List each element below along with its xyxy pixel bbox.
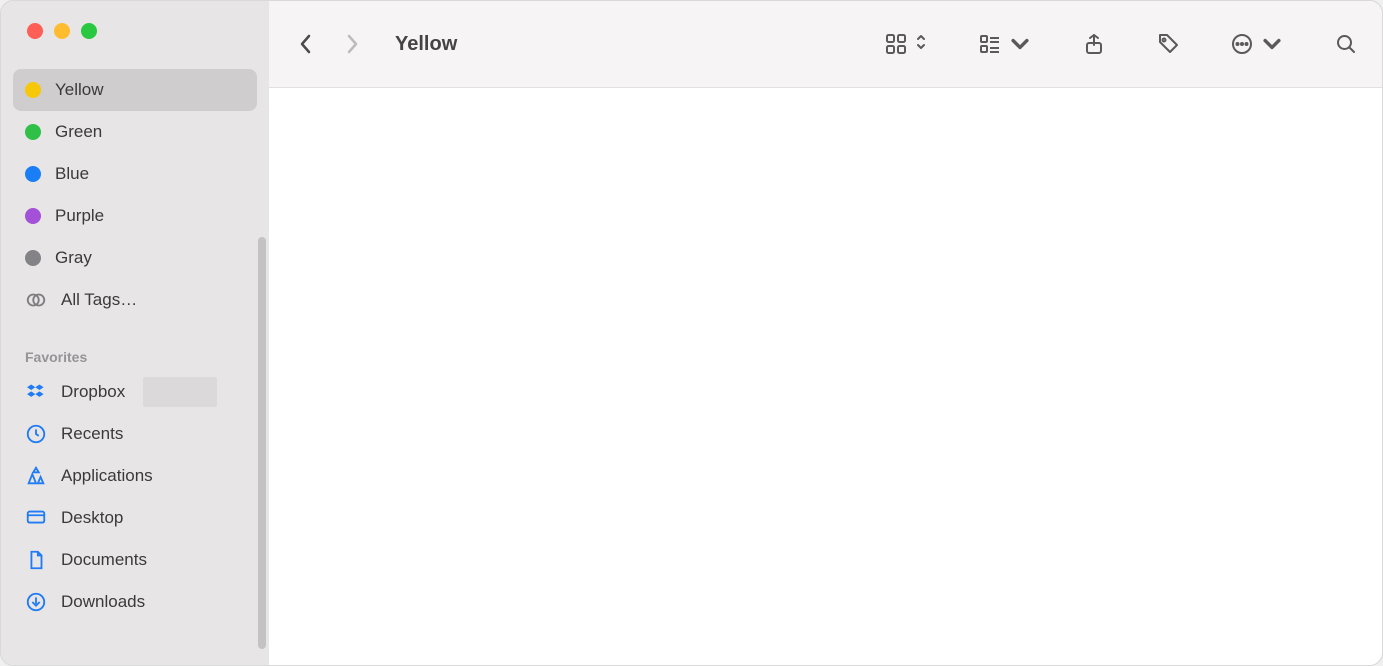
- group-by-button[interactable]: [978, 29, 1032, 59]
- search-icon: [1334, 32, 1358, 56]
- tag-dot-icon: [25, 250, 41, 266]
- file-content-area[interactable]: [269, 88, 1382, 665]
- tag-dot-icon: [25, 208, 41, 224]
- search-button[interactable]: [1334, 29, 1358, 59]
- sidebar-tag-blue[interactable]: Blue: [13, 153, 257, 195]
- sidebar-favorite-desktop[interactable]: Desktop: [13, 497, 257, 539]
- minimize-window-button[interactable]: [54, 23, 70, 39]
- window-controls: [1, 1, 269, 61]
- sidebar-tag-gray[interactable]: Gray: [13, 237, 257, 279]
- stepper-icon: [914, 32, 928, 57]
- chevron-down-icon: [1008, 32, 1032, 56]
- tag-icon: [1156, 32, 1180, 56]
- desktop-icon: [25, 507, 47, 529]
- tag-dot-icon: [25, 82, 41, 98]
- chevron-down-icon: [1260, 32, 1284, 56]
- sidebar-favorite-applications[interactable]: Applications: [13, 455, 257, 497]
- icon-view-icon: [884, 32, 908, 56]
- tag-dot-icon: [25, 166, 41, 182]
- favorites-header: Favorites: [13, 321, 257, 371]
- downloads-icon: [25, 591, 47, 613]
- sidebar-items: Yellow Green Blue Purple Gray: [1, 61, 269, 665]
- more-icon: [1230, 32, 1254, 56]
- back-button[interactable]: [293, 31, 319, 57]
- sidebar-item-label: All Tags…: [61, 290, 137, 310]
- tag-dot-icon: [25, 124, 41, 140]
- sidebar-tag-purple[interactable]: Purple: [13, 195, 257, 237]
- sidebar-scrollbar[interactable]: [258, 237, 266, 649]
- dropbox-icon: [25, 381, 47, 403]
- finder-window: Yellow Green Blue Purple Gray: [0, 0, 1383, 666]
- forward-button[interactable]: [339, 31, 365, 57]
- sidebar: Yellow Green Blue Purple Gray: [1, 1, 269, 665]
- toolbar: Yellow: [269, 1, 1382, 88]
- applications-icon: [25, 465, 47, 487]
- main-pane: Yellow: [269, 1, 1382, 665]
- sidebar-item-label: Blue: [55, 164, 89, 184]
- sidebar-tag-green[interactable]: Green: [13, 111, 257, 153]
- sidebar-item-label: Desktop: [61, 508, 123, 528]
- share-icon: [1082, 32, 1106, 56]
- sidebar-tag-yellow[interactable]: Yellow: [13, 69, 257, 111]
- sidebar-all-tags[interactable]: All Tags…: [13, 279, 257, 321]
- document-icon: [25, 549, 47, 571]
- zoom-window-button[interactable]: [81, 23, 97, 39]
- clock-icon: [25, 423, 47, 445]
- sidebar-item-label: Purple: [55, 206, 104, 226]
- sidebar-item-label: Yellow: [55, 80, 104, 100]
- redacted-region: [143, 377, 217, 407]
- group-icon: [978, 32, 1002, 56]
- sidebar-item-label: Gray: [55, 248, 92, 268]
- navigation-controls: [293, 31, 365, 57]
- sidebar-item-label: Dropbox: [61, 382, 125, 402]
- all-tags-icon: [25, 289, 47, 311]
- share-button[interactable]: [1082, 29, 1106, 59]
- sidebar-favorite-recents[interactable]: Recents: [13, 413, 257, 455]
- sidebar-favorite-downloads[interactable]: Downloads: [13, 581, 257, 623]
- tags-button[interactable]: [1156, 29, 1180, 59]
- sidebar-item-label: Green: [55, 122, 102, 142]
- toolbar-right: [884, 29, 1358, 59]
- sidebar-favorite-documents[interactable]: Documents: [13, 539, 257, 581]
- sidebar-item-label: Downloads: [61, 592, 145, 612]
- sidebar-favorite-dropbox[interactable]: Dropbox: [13, 371, 257, 413]
- view-mode-button[interactable]: [884, 29, 928, 59]
- sidebar-item-label: Documents: [61, 550, 147, 570]
- close-window-button[interactable]: [27, 23, 43, 39]
- action-menu-button[interactable]: [1230, 29, 1284, 59]
- sidebar-item-label: Recents: [61, 424, 123, 444]
- window-title: Yellow: [395, 33, 457, 56]
- sidebar-item-label: Applications: [61, 466, 153, 486]
